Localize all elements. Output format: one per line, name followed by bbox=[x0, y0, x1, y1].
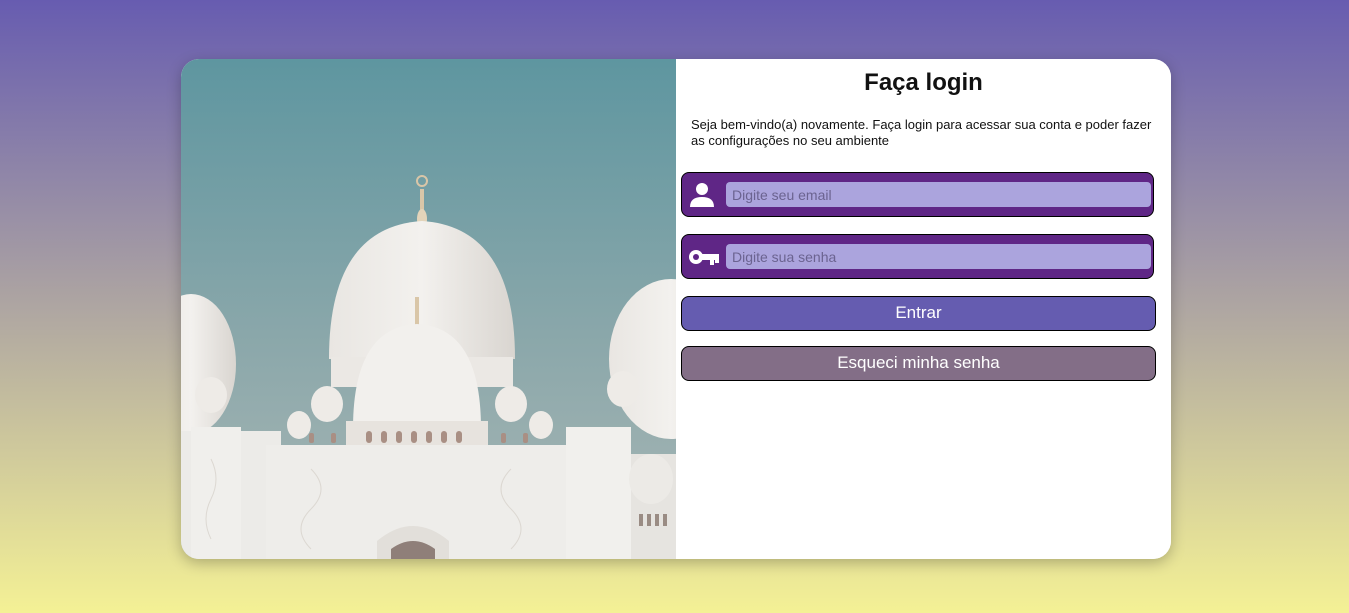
page-title: Faça login bbox=[864, 69, 983, 96]
password-input[interactable] bbox=[726, 244, 1151, 269]
forgot-password-button[interactable]: Esqueci minha senha bbox=[681, 346, 1156, 381]
login-form-pane: Faça login Seja bem-vindo(a) novamente. … bbox=[676, 59, 1171, 559]
key-icon bbox=[688, 244, 719, 270]
login-card: Faça login Seja bem-vindo(a) novamente. … bbox=[181, 59, 1171, 559]
user-icon bbox=[688, 182, 716, 208]
login-button[interactable]: Entrar bbox=[681, 296, 1156, 331]
password-field-group bbox=[681, 234, 1154, 279]
email-input[interactable] bbox=[726, 182, 1151, 207]
email-field-group bbox=[681, 172, 1154, 217]
welcome-message: Seja bem-vindo(a) novamente. Faça login … bbox=[691, 117, 1152, 148]
mosque-photo bbox=[181, 59, 676, 559]
